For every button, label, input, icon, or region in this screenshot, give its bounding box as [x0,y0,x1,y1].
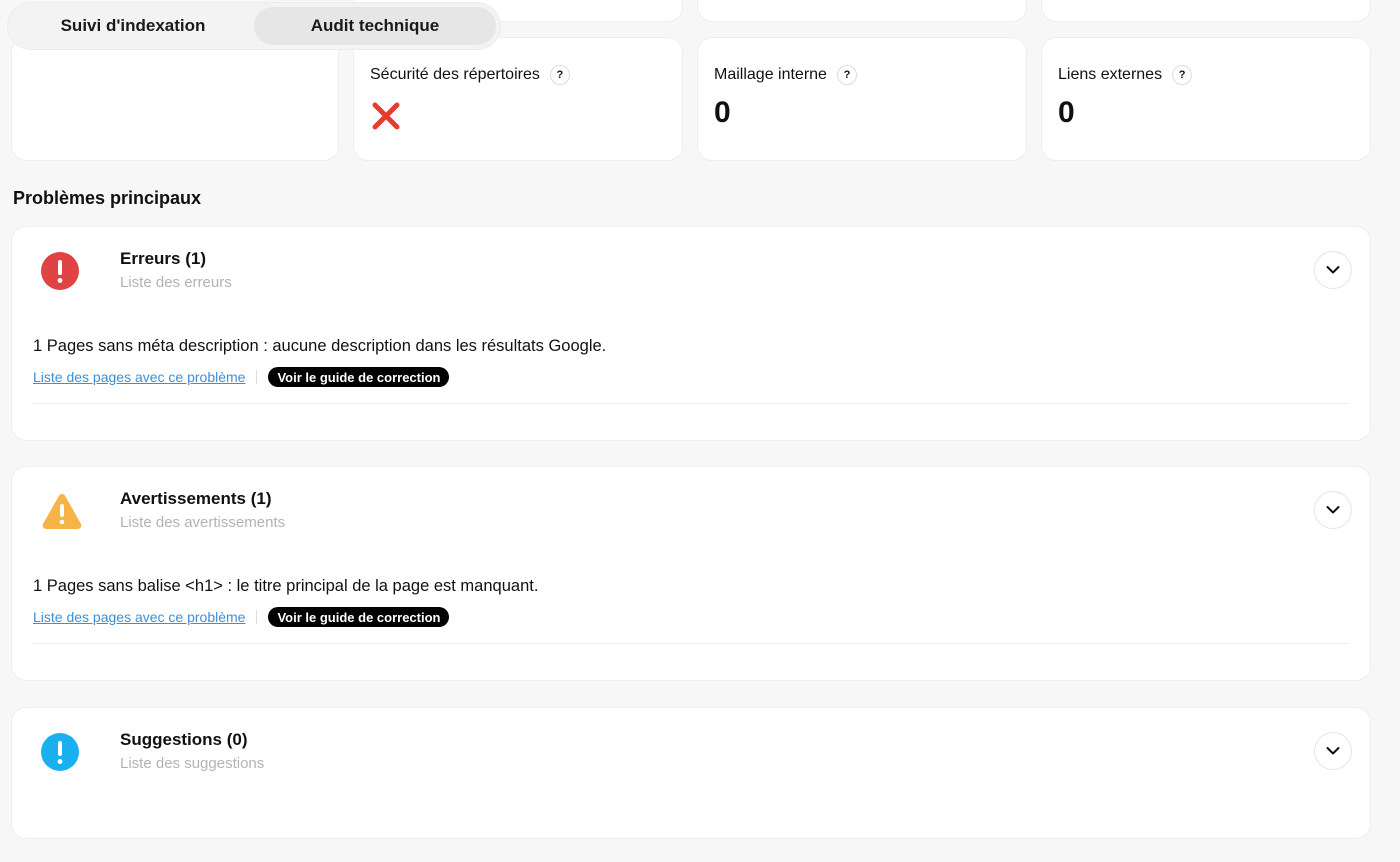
expand-toggle-button[interactable] [1314,251,1352,289]
divider [33,643,1349,644]
section-title: Problèmes principaux [13,188,202,208]
tab-audit-technique[interactable]: Audit technique [254,7,496,45]
tab-switcher: Suivi d'indexation Audit technique [8,3,500,49]
help-icon[interactable]: ? [1172,65,1193,85]
chevron-down-icon [1326,506,1340,514]
stat-card-security: Sécurité des répertoires ? [354,38,682,160]
issue-card-warnings: Avertissements (1) Liste des avertisseme… [12,467,1370,680]
tab-suivi-indexation[interactable]: Suivi d'indexation [12,7,254,45]
guide-button[interactable]: Voir le guide de correction [268,367,450,387]
help-icon[interactable]: ? [836,65,857,85]
issue-card-errors: Erreurs (1) Liste des erreurs 1 Pages sa… [12,227,1370,440]
warning-icon [40,491,84,536]
stat-title-external-links: Liens externes ? [1058,65,1193,85]
divider [33,403,1349,404]
pages-list-link[interactable]: Liste des pages avec ce problème [33,369,245,385]
issue-subtitle: Liste des suggestions [120,755,265,772]
chevron-down-icon [1326,266,1340,274]
stat-value-external-links: 0 [1058,96,1075,129]
stat-card-top-2 [698,0,1026,21]
stat-title-internal-links: Maillage interne ? [714,65,857,85]
divider [256,370,258,384]
error-icon [40,251,80,296]
stat-card-top-3 [1042,0,1370,21]
help-icon[interactable]: ? [549,65,570,85]
stat-title-security: Sécurité des répertoires ? [370,65,570,85]
issue-item-actions: Liste des pages avec ce problème Voir le… [33,607,450,627]
info-icon [40,732,80,777]
issue-title: Avertissements (1) [120,489,272,508]
issue-title: Erreurs (1) [120,249,206,268]
stat-label: Liens externes [1058,66,1163,83]
stat-card-external-links: Liens externes ? 0 [1042,38,1370,160]
fail-x-icon [370,100,402,137]
divider [256,610,258,624]
guide-button[interactable]: Voir le guide de correction [268,607,450,627]
issue-item-actions: Liste des pages avec ce problème Voir le… [33,367,450,387]
expand-toggle-button[interactable] [1314,491,1352,529]
issue-subtitle: Liste des erreurs [120,274,232,291]
pages-list-link[interactable]: Liste des pages avec ce problème [33,609,245,625]
chevron-down-icon [1326,747,1340,755]
issue-card-suggestions: Suggestions (0) Liste des suggestions [12,708,1370,838]
stat-label: Sécurité des répertoires [370,66,540,83]
issue-title: Suggestions (0) [120,730,248,749]
stat-card-internal-links: Maillage interne ? 0 [698,38,1026,160]
issue-item-text: 1 Pages sans méta description : aucune d… [33,337,607,355]
stat-label: Maillage interne [714,66,827,83]
expand-toggle-button[interactable] [1314,732,1352,770]
stat-value-internal-links: 0 [714,96,731,129]
issue-item-text: 1 Pages sans balise <h1> : le titre prin… [33,577,539,595]
issue-subtitle: Liste des avertissements [120,514,286,531]
stat-card-empty [12,38,338,160]
